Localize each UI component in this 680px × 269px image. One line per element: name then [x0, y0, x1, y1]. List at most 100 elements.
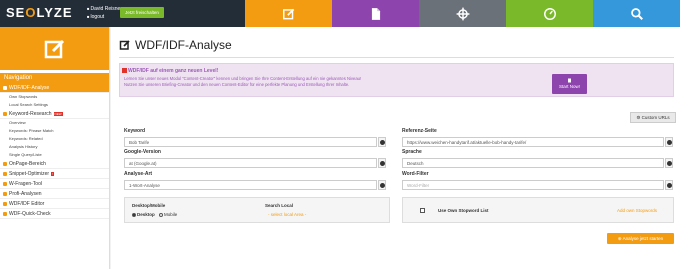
- sidebar-item-label: WDF/IDF Editor: [9, 201, 45, 207]
- seolyze-logo[interactable]: SEOLYZE: [6, 5, 73, 20]
- banner-title: WDF/IDF auf einem ganz neuen Level!: [128, 68, 219, 74]
- sidebar-item[interactable]: WDF/IDF-Analyse: [0, 83, 109, 93]
- edit-icon: [282, 8, 294, 19]
- page-title-text: WDF/IDF-Analyse: [135, 38, 232, 52]
- sidebar: Navigation WDF/IDF-Analyse Own Stopwords L…: [0, 27, 110, 269]
- mobile-radio[interactable]: [159, 212, 164, 217]
- nav-tile-content[interactable]: [245, 0, 332, 27]
- help-icon[interactable]: [378, 158, 386, 168]
- sidebar-item[interactable]: OnPage-Bereich: [0, 159, 109, 169]
- nav-tile-documents[interactable]: [332, 0, 419, 27]
- main-content: WDF/IDF-Analyse WDF/IDF auf einem ganz n…: [111, 27, 680, 269]
- sidebar-item[interactable]: Local Search Settings: [0, 101, 109, 109]
- top-bar: SEOLYZE David Reisner logout Jetzt freis…: [0, 0, 680, 27]
- help-icon[interactable]: [665, 137, 673, 147]
- sidebar-item[interactable]: Analysis History: [0, 143, 109, 151]
- sidebar-nav: WDF/IDF-Analyse Own Stopwords Local Search…: [0, 83, 109, 219]
- banner-text-2: Nutzen Sie unseren Briefing-Creator und …: [124, 82, 350, 87]
- unlock-button[interactable]: Jetzt freischalten: [120, 7, 164, 18]
- crosshair-icon: [456, 7, 469, 20]
- start-now-label: Start Now!: [558, 84, 580, 89]
- device-radio-group: Desktop Mobile: [132, 212, 177, 217]
- search-icon: [630, 7, 643, 20]
- logout-link[interactable]: logout: [87, 13, 122, 21]
- analyze-start-button[interactable]: ⊕ Analyse jetzt starten: [607, 233, 674, 244]
- sidebar-item-label: Single Query/Liste: [9, 152, 42, 157]
- help-icon[interactable]: [378, 137, 386, 147]
- alert-icon: [122, 68, 127, 73]
- language-select[interactable]: Deutsch: [402, 158, 664, 168]
- sidebar-item-label: OnPage-Bereich: [9, 161, 46, 167]
- word-filter-input[interactable]: Word-Filter: [402, 180, 664, 190]
- google-version-label: Google-Version: [124, 149, 161, 155]
- desktop-label: Desktop: [137, 212, 155, 217]
- word-filter-label: Word-Filter: [402, 171, 429, 177]
- analyse-type-label: Analyse-Art: [124, 171, 153, 177]
- sidebar-item[interactable]: Keyword-Research NEW: [0, 109, 109, 119]
- document-icon: [371, 7, 380, 20]
- search-local-label: Search Local: [265, 203, 294, 208]
- sidebar-heading: Navigation: [0, 73, 109, 83]
- sidebar-item-label: W-Fragen-Tool: [9, 181, 42, 187]
- stopword-panel: Use Own Stopword List Add own Stopwords: [402, 197, 674, 223]
- sidebar-item-label: Profi-Analysen: [9, 191, 42, 197]
- sidebar-item-label: Overview: [9, 120, 26, 125]
- sidebar-item[interactable]: Own Stopwords: [0, 93, 109, 101]
- stopword-checkbox[interactable]: [420, 208, 425, 213]
- search-local-select[interactable]: - select local Area -: [268, 212, 306, 217]
- sidebar-item-badge: NEW: [53, 111, 63, 116]
- sidebar-item[interactable]: Keywords: Related: [0, 135, 109, 143]
- sidebar-item[interactable]: Profi-Analysen: [0, 189, 109, 199]
- device-location-panel: Desktop/Mobile Desktop Mobile Search Loc…: [124, 197, 390, 223]
- sidebar-item-label: Own Stopwords: [9, 94, 38, 99]
- sidebar-item-label: WDF-Quick-Check: [9, 211, 51, 217]
- stopword-label: Use Own Stopword List: [438, 208, 489, 213]
- nav-tile-tracking[interactable]: [419, 0, 506, 27]
- reference-page-input[interactable]: https://www.weichen-handytarif.at/aktuel…: [402, 137, 664, 147]
- promo-banner: WDF/IDF auf einem ganz neuen Level! Lern…: [119, 63, 674, 97]
- sidebar-header-tile: [0, 27, 109, 70]
- sidebar-item[interactable]: WDF-Quick-Check: [0, 209, 109, 219]
- google-version-select[interactable]: at (Google.at): [124, 158, 377, 168]
- sidebar-item-label: Keywords: Related: [9, 136, 43, 141]
- custom-urls-label: Custom URLs: [641, 115, 670, 120]
- reference-page-label: Referenz-Seite: [402, 128, 437, 134]
- sidebar-item-label: WDF/IDF-Analyse: [9, 85, 50, 91]
- user-menu: David Reisner logout: [87, 5, 122, 21]
- sidebar-item-badge: !: [51, 171, 54, 176]
- help-icon[interactable]: [665, 180, 673, 190]
- add-stopwords-link[interactable]: Add own Stopwords: [617, 208, 657, 213]
- device-label: Desktop/Mobile: [132, 203, 166, 208]
- page-title: WDF/IDF-Analyse: [119, 38, 232, 52]
- sidebar-item-label: Snippet-Optimizer: [9, 171, 50, 177]
- help-icon[interactable]: [378, 180, 386, 190]
- custom-urls-button[interactable]: ⚙ Custom URLs: [630, 112, 676, 123]
- edit-icon: [119, 40, 130, 50]
- sidebar-item[interactable]: Overview: [0, 119, 109, 127]
- sidebar-item-label: Keyword-Research: [9, 111, 52, 117]
- mobile-label: Mobile: [164, 212, 178, 217]
- desktop-radio[interactable]: [132, 212, 136, 217]
- analyze-start-label: Analyse jetzt starten: [622, 236, 664, 241]
- banner-text-1: Lernen Sie unser neues Modul "Content-Cr…: [124, 76, 362, 81]
- sidebar-item[interactable]: W-Fragen-Tool: [0, 179, 109, 189]
- document-icon: [568, 78, 571, 83]
- sidebar-item[interactable]: WDF/IDF Editor: [0, 199, 109, 209]
- keyword-input[interactable]: Bob Tarife: [124, 137, 377, 147]
- sidebar-item[interactable]: Single Query/Liste: [0, 151, 109, 159]
- gauge-icon: [543, 7, 556, 20]
- sidebar-item[interactable]: Keywords: Phrase Match: [0, 127, 109, 135]
- nav-tile-search[interactable]: [593, 0, 680, 27]
- help-icon[interactable]: [665, 158, 673, 168]
- sidebar-item-label: Keywords: Phrase Match: [9, 128, 54, 133]
- user-name: David Reisner: [87, 5, 122, 13]
- language-label: Sprache: [402, 149, 422, 155]
- sidebar-item[interactable]: Snippet-Optimizer!: [0, 169, 109, 179]
- sidebar-item-label: Analysis History: [9, 144, 38, 149]
- nav-tile-check[interactable]: [506, 0, 593, 27]
- sidebar-item-label: Local Search Settings: [9, 102, 48, 107]
- analyse-type-select[interactable]: 1-Wort-Analyse: [124, 180, 377, 190]
- start-now-button[interactable]: Start Now!: [552, 74, 587, 94]
- keyword-label: Keyword: [124, 128, 146, 134]
- edit-icon: [44, 39, 64, 58]
